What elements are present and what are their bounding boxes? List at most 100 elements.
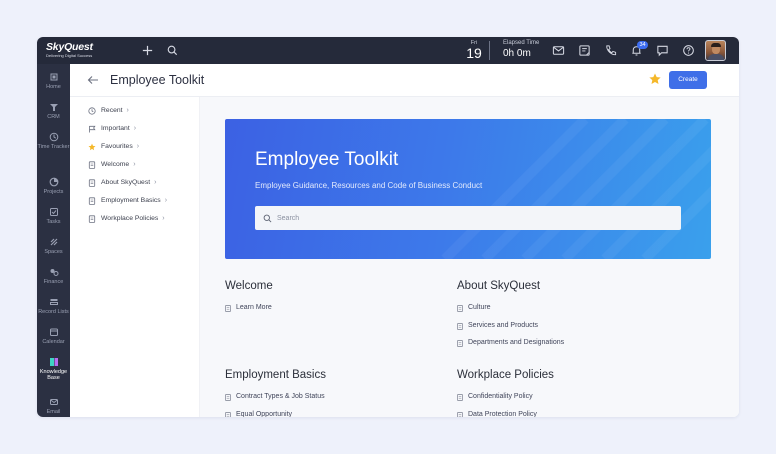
mail-icon[interactable] [552,44,565,57]
app-window: SkyQuest Delivering Digital Success Fri … [37,37,739,417]
document-icon [225,411,231,417]
back-arrow-icon[interactable] [86,73,100,87]
chat-icon[interactable] [656,44,669,57]
user-avatar[interactable] [705,40,726,61]
rail-item-crm[interactable]: CRM [37,102,70,120]
section-link-label: Contract Types & Job Status [236,393,325,400]
subnav-item-label: Recent [101,107,123,114]
subnav-item-label: Welcome [101,161,130,168]
rail-item-label: Time Tracker [37,144,70,150]
section-link-label: Confidentiality Policy [468,393,533,400]
chevron-right-icon: › [162,215,165,222]
document-icon [457,322,463,330]
module-rail: Home CRM Time Tracker Projects Tasks Spaces Fi… [37,64,70,417]
subnav-item-label: Employment Basics [101,197,161,204]
page-title: Employee Toolkit [110,73,205,87]
knowledge-base-nav: Recent › Important › Favourites › Welcome › Abou… [70,97,200,417]
section-title: Welcome [225,280,273,292]
hero-title: Employee Toolkit [255,149,399,170]
rail-item-time-tracker[interactable]: Time Tracker [37,132,70,150]
rail-item-label: Finance [43,279,64,285]
rail-item-spaces[interactable]: Spaces [37,237,70,255]
document-icon [457,305,463,312]
elapsed-time-value: 0h 0m [503,48,531,59]
top-bar: SkyQuest Delivering Digital Success Fri … [37,37,739,64]
rail-item-label: Email [46,409,61,415]
rail-item-email[interactable]: Email [37,397,70,415]
plus-icon[interactable] [141,44,154,57]
spaces-icon [50,238,57,246]
logo-name: SkyQuest [46,41,93,53]
chevron-right-icon: › [154,179,157,186]
subnav-item-label: Workplace Policies [101,215,159,222]
rail-item-record-lists[interactable]: Record Lists [37,297,70,315]
search-placeholder: Search [277,215,300,222]
search-input[interactable] [255,206,681,230]
chevron-right-icon: › [133,125,137,132]
search-icon[interactable] [166,44,179,57]
section-link-label: Equal Opportunity [236,410,293,418]
favourite-star-icon[interactable] [648,72,662,86]
notification-badge: 34 [637,41,648,49]
rail-item-knowledge-base[interactable]: Knowledge Base [37,357,70,381]
search-icon [263,214,272,223]
section-link-label: Departments and Designations [468,339,565,346]
section-title: About SkyQuest [457,280,541,292]
document-icon [457,411,463,417]
elapsed-time-label: Elapsed Time [503,40,540,46]
rail-item-label: Home [46,84,61,90]
rail-item-label: Spaces [44,249,63,255]
phone-icon[interactable] [604,44,617,57]
knowledge-base-icon [49,358,58,366]
date-day-number: 19 [466,45,482,61]
projects-icon [49,177,58,187]
clock-icon [88,107,96,115]
document-icon [225,394,231,401]
calendar-icon [49,328,58,336]
document-icon [457,340,463,347]
rail-item-finance[interactable]: Finance [37,267,70,285]
record-lists-icon [49,299,58,305]
document-icon [225,305,231,312]
rail-item-label: Record Lists [38,309,69,315]
logo[interactable]: SkyQuest Delivering Digital Success [46,41,93,59]
document-icon [88,197,96,205]
hero-subtitle: Employee Guidance, Resources and Code of… [255,181,483,190]
rail-item-home[interactable]: Home [37,72,70,90]
rail-item-label: CRM [47,114,60,120]
email-icon [49,399,58,405]
rail-item-calendar[interactable]: Calendar [37,327,70,345]
subnav-item-label: Favourites [101,143,133,150]
topbar-divider [489,41,490,60]
logo-tagline: Delivering Digital Success [46,53,93,58]
clock-icon [49,132,58,142]
subnav-item-label: Important [101,125,130,132]
rail-item-tasks[interactable]: Tasks [37,207,70,225]
section-link-label: Culture [468,304,491,311]
rail-item-label: Calendar [42,339,65,345]
notes-icon[interactable] [578,44,591,57]
create-button[interactable]: Create [669,71,707,89]
section-link-label: Data Protection Policy [468,410,537,418]
finance-icon [50,269,58,276]
chevron-right-icon: › [133,161,136,168]
rail-item-label: Tasks [46,219,61,225]
hero-banner: Employee Toolkit Employee Guidance, Reso… [225,119,711,259]
rail-item-label: Projects [43,189,64,195]
section-link-label: Learn More [236,304,272,311]
home-icon [50,73,57,81]
rail-item-projects[interactable]: Projects [37,177,70,195]
document-icon [88,215,96,223]
section-link-label: Services and Products [468,321,539,329]
rail-item-label: Knowledge Base [39,369,68,381]
subnav-item-label: About SkyQuest [101,179,151,186]
chevron-right-icon: › [136,143,140,150]
help-icon[interactable] [682,44,695,57]
page-header: Employee Toolkit Create [70,64,739,97]
chevron-right-icon: › [126,107,129,114]
document-icon [88,179,96,187]
crm-filter-icon [49,104,58,111]
main-content: Employee Toolkit Employee Guidance, Reso… [200,97,739,417]
tasks-icon [49,208,58,216]
section-title: Workplace Policies [457,369,554,381]
